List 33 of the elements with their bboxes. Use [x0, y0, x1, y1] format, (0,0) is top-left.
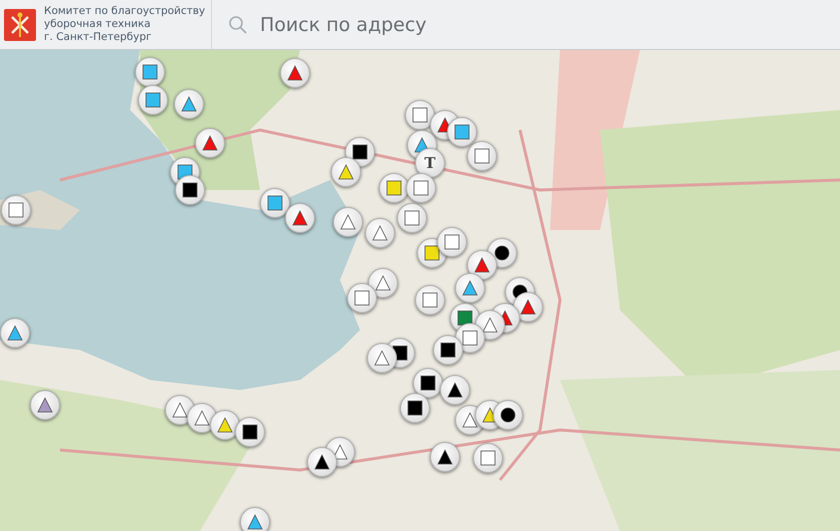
map-marker[interactable]: [368, 268, 398, 298]
map-marker[interactable]: [307, 447, 337, 477]
map-marker[interactable]: [440, 375, 470, 405]
committee-title: уборочная техника: [44, 18, 152, 31]
map-marker[interactable]: [437, 227, 467, 257]
committee-title: Комитет по благоустройству: [44, 5, 206, 18]
map-marker[interactable]: [260, 188, 290, 218]
map-marker[interactable]: [405, 100, 435, 130]
map-marker[interactable]: [493, 400, 523, 430]
committee-title: г. Санкт-Петербург: [44, 31, 153, 44]
map-marker[interactable]: [467, 141, 497, 171]
map-marker[interactable]: [365, 218, 395, 248]
map-marker[interactable]: [347, 283, 377, 313]
map-marker[interactable]: [430, 442, 460, 472]
map-marker[interactable]: [345, 137, 375, 167]
map-marker[interactable]: [331, 157, 361, 187]
map-marker[interactable]: [473, 443, 503, 473]
map-marker[interactable]: [455, 273, 485, 303]
map-marker[interactable]: [367, 343, 397, 373]
map-marker[interactable]: [240, 507, 270, 531]
map-marker[interactable]: [406, 173, 436, 203]
map-marker[interactable]: [397, 203, 427, 233]
map-marker[interactable]: [415, 285, 445, 315]
map-marker[interactable]: [379, 173, 409, 203]
map-marker[interactable]: [280, 58, 310, 88]
map-marker[interactable]: [400, 393, 430, 423]
emblem-icon: [4, 8, 36, 40]
map-area[interactable]: T: [0, 50, 840, 531]
map-marker[interactable]: [235, 417, 265, 447]
map-marker[interactable]: [433, 335, 463, 365]
map-marker[interactable]: [447, 117, 477, 147]
search-field[interactable]: Поиск по адресу: [212, 0, 840, 49]
map-marker[interactable]: [413, 368, 443, 398]
